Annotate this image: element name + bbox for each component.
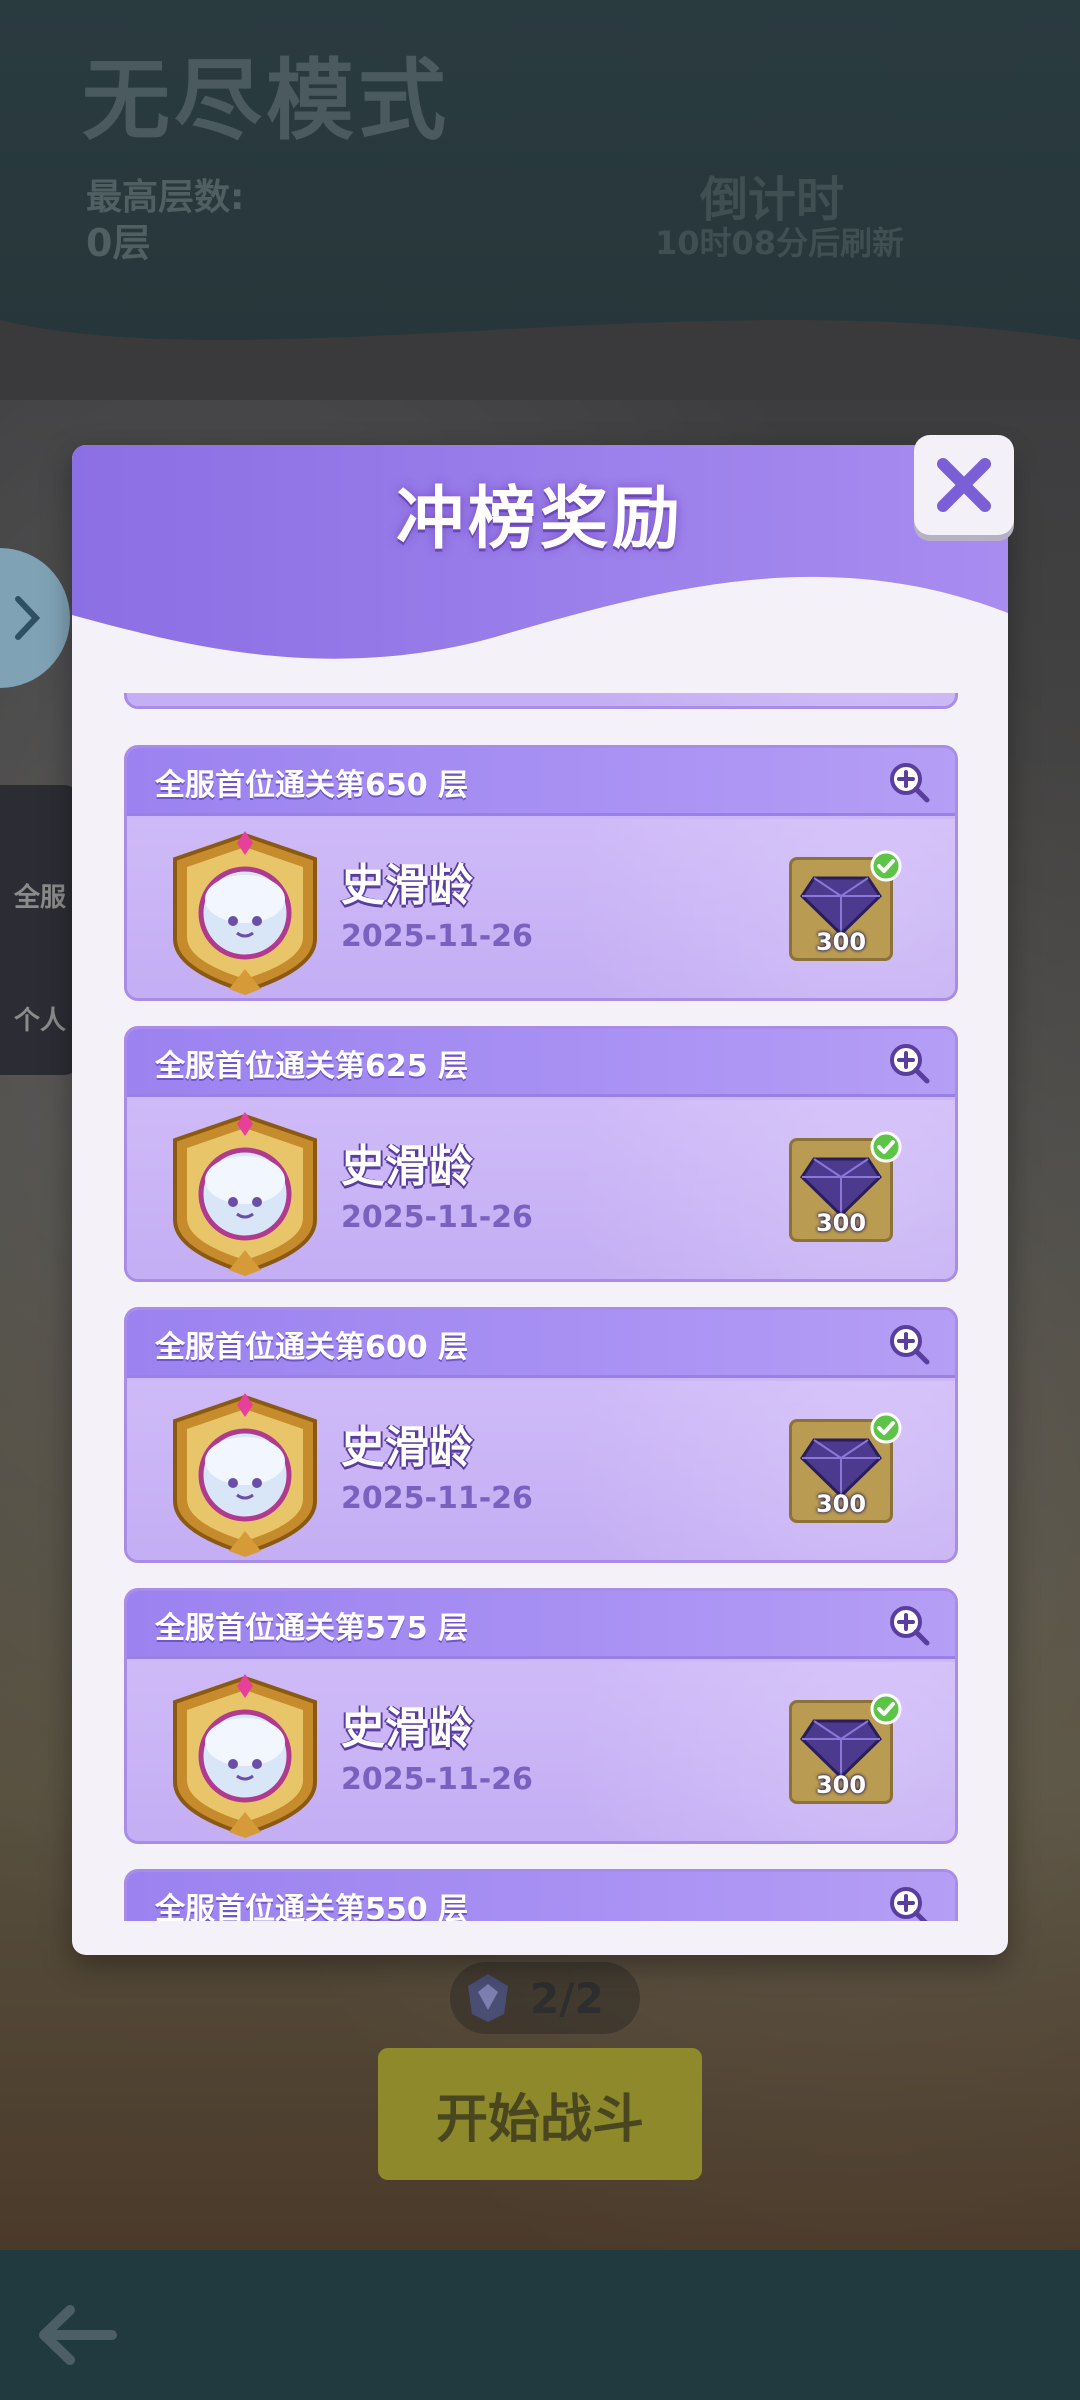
reward-condition: 全服首位通关第650 层 [155, 768, 469, 803]
side-panel: 全服 个人 [0, 785, 80, 1075]
player-name: 史滑龄 [341, 1422, 473, 1473]
check-icon [870, 1693, 902, 1725]
check-icon [870, 850, 902, 882]
reward-card-partial-top [124, 693, 958, 709]
player-name: 史滑龄 [341, 860, 473, 911]
back-arrow-icon[interactable] [32, 2290, 122, 2380]
reward-card-body: 史滑龄 2025-11-26 300 [127, 1662, 955, 1841]
reward-card-body: 史滑龄 2025-11-26 300 [127, 1100, 955, 1279]
reward-card-header: 全服首位通关第650 层 [127, 748, 955, 816]
reward-card-header: 全服首位通关第625 层 [127, 1029, 955, 1097]
reward-quantity: 300 [815, 1490, 867, 1518]
reward-quantity: 300 [815, 928, 867, 956]
zoom-in-icon[interactable] [887, 1603, 931, 1647]
reward-card: 全服首位通关第600 层 史滑龄 2025-11-26 300 [124, 1307, 958, 1563]
ranking-reward-modal: 冲榜奖励 全服首位通关第650 层 史滑龄 2025-11-26 300 全服首… [72, 445, 1008, 1955]
reward-card-body: 史滑龄 2025-11-26 300 [127, 819, 955, 998]
zoom-in-icon[interactable] [887, 1041, 931, 1085]
reward-item[interactable]: 300 [789, 1412, 902, 1523]
player-name: 史滑龄 [341, 1703, 473, 1754]
reward-quantity: 300 [815, 1771, 867, 1799]
background-footer [0, 2250, 1080, 2400]
zoom-in-icon[interactable] [887, 1884, 931, 1921]
check-icon [870, 1131, 902, 1163]
clear-date: 2025-11-26 [341, 1481, 533, 1516]
reward-quantity: 300 [815, 1209, 867, 1237]
reward-card: 全服首位通关第575 层 史滑龄 2025-11-26 300 [124, 1588, 958, 1844]
close-icon [937, 458, 991, 512]
reward-item[interactable]: 300 [789, 1131, 902, 1242]
clear-date: 2025-11-26 [341, 1200, 533, 1235]
rank-emblem-icon [468, 1974, 508, 2022]
reward-condition: 全服首位通关第575 层 [155, 1611, 469, 1646]
reward-item[interactable]: 300 [789, 1693, 902, 1804]
reward-card-header: 全服首位通关第575 层 [127, 1591, 955, 1659]
chevron-right-icon [15, 596, 41, 640]
reward-card-partial: 全服首位通关第550 层 [124, 1869, 958, 1921]
mode-title: 无尽模式 [82, 49, 451, 152]
reward-card-body: 史滑龄 2025-11-26 300 [127, 1381, 955, 1560]
reward-condition: 全服首位通关第550 层 [155, 1892, 469, 1921]
battle-count: 2/2 [450, 1962, 640, 2034]
reward-card-header: 全服首位通关第600 层 [127, 1310, 955, 1378]
refresh-timer: 10时08分后刷新 [655, 224, 905, 262]
start-battle-button[interactable]: 开始战斗 [378, 2048, 702, 2180]
player-name: 史滑龄 [341, 1141, 473, 1192]
close-button[interactable] [914, 435, 1014, 535]
reward-card: 全服首位通关第625 层 史滑龄 2025-11-26 300 [124, 1026, 958, 1282]
player-avatar [173, 1393, 317, 1557]
zoom-in-icon[interactable] [887, 760, 931, 804]
reward-condition: 全服首位通关第600 层 [155, 1330, 469, 1365]
max-floor-value: 0层 [86, 221, 151, 265]
player-avatar [173, 1674, 317, 1838]
reward-list[interactable]: 全服首位通关第650 层 史滑龄 2025-11-26 300 全服首位通关第6… [124, 693, 958, 1921]
zoom-in-icon[interactable] [887, 1322, 931, 1366]
modal-title: 冲榜奖励 [395, 480, 684, 559]
check-icon [870, 1412, 902, 1444]
reward-card: 全服首位通关第650 层 史滑龄 2025-11-26 300 [124, 745, 958, 1001]
player-avatar [173, 831, 317, 995]
clear-date: 2025-11-26 [341, 1762, 533, 1797]
reward-card-header: 全服首位通关第550 层 [127, 1872, 955, 1921]
player-avatar [173, 1112, 317, 1276]
side-label-server[interactable]: 全服 [14, 877, 66, 914]
battle-count-value: 2/2 [530, 1973, 604, 2023]
side-label-personal[interactable]: 个人 [14, 1000, 66, 1037]
clear-date: 2025-11-26 [341, 919, 533, 954]
reward-condition: 全服首位通关第625 层 [155, 1049, 469, 1084]
reward-item[interactable]: 300 [789, 850, 902, 961]
